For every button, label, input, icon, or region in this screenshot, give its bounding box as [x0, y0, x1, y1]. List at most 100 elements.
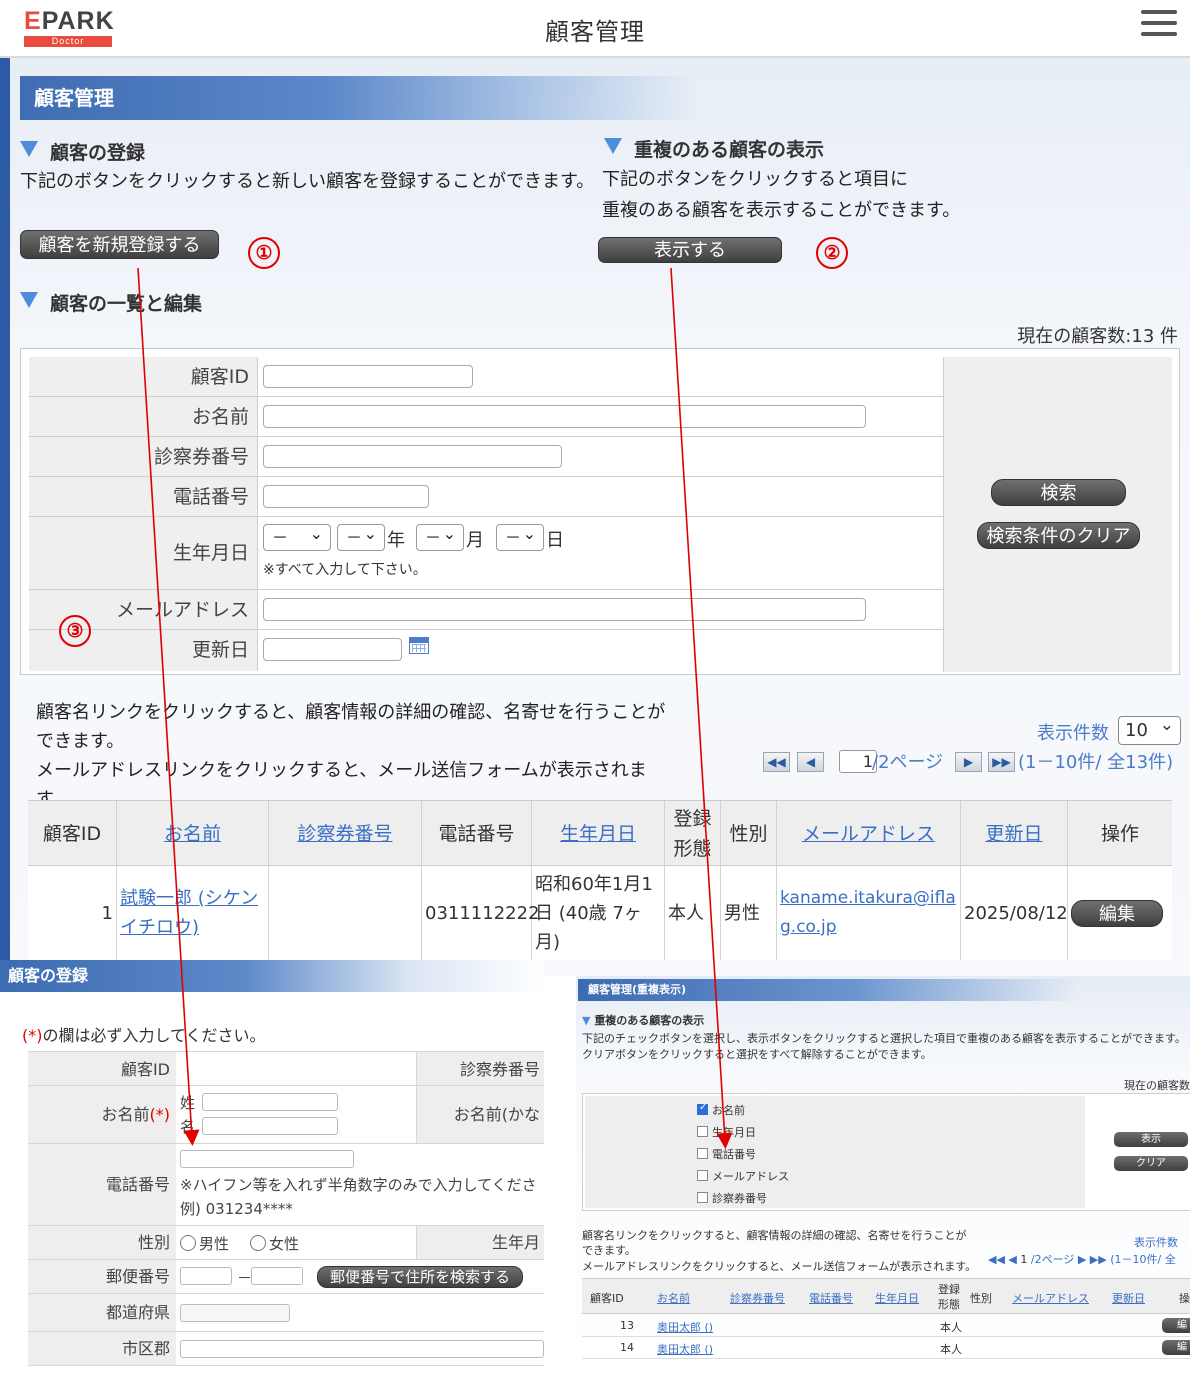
- col-card-sort-link[interactable]: 診察券番号: [269, 801, 422, 867]
- register-new-customer-button[interactable]: 顧客を新規登録する: [20, 230, 219, 259]
- per-page-label: 表示件数: [1037, 723, 1109, 744]
- main-content: 顧客管理 顧客の登録 下記のボタンをクリックすると新しい顧客を登録することができ…: [0, 58, 1190, 977]
- section-banner: 顧客管理: [20, 76, 700, 120]
- check-name[interactable]: [697, 1102, 708, 1115]
- gender-male-radio[interactable]: 男性: [180, 1233, 229, 1254]
- birth-era-select[interactable]: －: [263, 521, 331, 551]
- gender-female-radio[interactable]: 女性: [250, 1233, 299, 1254]
- email-link[interactable]: kaname.itakura@iflag.co.jp: [777, 866, 961, 960]
- check-birth-label: 生年月日: [712, 1126, 756, 1139]
- sei-label: 姓: [180, 1094, 196, 1112]
- dup-pager: ◀◀ ◀ 1 /2ページ ▶ ▶▶ (1－10件/ 全: [988, 1253, 1176, 1266]
- list-description: 顧客名リンクをクリックすると、顧客情報の詳細の確認、名寄せを行うことができます。…: [36, 698, 676, 814]
- duplicate-screen-preview: 顧客管理(重複表示) ▼ 重複のある顧客の表示 下記のチェックボタンを選択し、表…: [544, 976, 1190, 1377]
- check-phone[interactable]: [697, 1148, 708, 1159]
- col-birth-sort-link[interactable]: 生年月日: [532, 801, 665, 867]
- prefecture-select[interactable]: [180, 1304, 290, 1322]
- dup-list-desc-3: メールアドレスリンクをクリックすると、メール送信フォームが表示されます。: [582, 1260, 977, 1273]
- birth-label: 生年月日: [29, 517, 258, 589]
- last-page-icon[interactable]: ▶▶: [988, 752, 1015, 772]
- reg-zip-value: － 郵便番号で住所を検索する: [176, 1260, 544, 1294]
- dup-clear-button[interactable]: クリア: [1114, 1156, 1188, 1171]
- dup-col-updated[interactable]: 更新日: [1112, 1290, 1145, 1306]
- col-id: 顧客ID: [28, 801, 117, 867]
- dup-table-header: 顧客ID お名前 診察券番号 電話番号 生年月日 登録形態 性別 メールアドレス…: [582, 1278, 1190, 1314]
- first-name-input[interactable]: [202, 1117, 338, 1135]
- dup-row-name-link[interactable]: 奥田太郎 (): [657, 1341, 713, 1357]
- calendar-icon[interactable]: [409, 637, 429, 654]
- search-button[interactable]: 検索: [991, 479, 1126, 506]
- city-input[interactable]: [180, 1340, 544, 1358]
- dup-col-card[interactable]: 診察券番号: [730, 1290, 785, 1306]
- zip-search-button[interactable]: 郵便番号で住所を検索する: [317, 1266, 523, 1288]
- reg-gender-label: 性別: [28, 1226, 176, 1260]
- show-duplicates-button[interactable]: 表示する: [598, 237, 782, 263]
- dup-col-birth[interactable]: 生年月日: [875, 1290, 919, 1306]
- card-number-input[interactable]: [263, 445, 562, 468]
- annotation-marker-3: ③: [59, 615, 91, 647]
- annotation-marker-2: ②: [816, 237, 848, 269]
- register-preview-banner: 顧客の登録: [0, 960, 544, 992]
- per-page-select[interactable]: 10: [1118, 712, 1181, 745]
- reg-kana-label: お名前(かな: [416, 1086, 544, 1144]
- dup-edit-button[interactable]: 編: [1162, 1340, 1190, 1355]
- dup-col-phone[interactable]: 電話番号: [809, 1290, 853, 1306]
- dup-row-type: 本人: [940, 1321, 962, 1334]
- dup-col-action: 操: [1179, 1292, 1190, 1305]
- reg-zip-label: 郵便番号: [28, 1260, 176, 1294]
- zip-second-input[interactable]: [251, 1267, 303, 1285]
- customer-id-input[interactable]: [263, 365, 473, 388]
- dup-col-email[interactable]: メールアドレス: [1012, 1290, 1089, 1306]
- dup-heading: ▼ 重複のある顧客の表示: [582, 1014, 705, 1027]
- page-title: 顧客管理: [545, 18, 645, 46]
- updated-date-input[interactable]: [263, 638, 402, 661]
- search-row-birth: 生年月日 － － 年 － 月 － 日 ※すべて入力して下さい。: [29, 517, 943, 590]
- required-note: (*)の欄は必ず入力してください。: [22, 1026, 266, 1045]
- col-phone: 電話番号: [422, 801, 532, 867]
- col-updated-sort-link[interactable]: 更新日: [961, 801, 1068, 867]
- result-range: (1－10件/ 全13件): [1018, 752, 1174, 773]
- table-row: 14 奥田太郎 () 本人 編: [582, 1337, 1190, 1359]
- edit-button[interactable]: 編集: [1071, 899, 1163, 927]
- birth-note: ※すべて入力して下さい。: [263, 562, 427, 578]
- search-row-id: 顧客ID: [29, 357, 943, 397]
- check-email[interactable]: [697, 1170, 708, 1181]
- dup-row-type: 本人: [940, 1343, 962, 1356]
- birth-day-select[interactable]: －: [496, 521, 544, 551]
- phone-input[interactable]: [263, 485, 429, 508]
- reg-phone-input[interactable]: [180, 1150, 354, 1168]
- list-heading: 顧客の一覧と編集: [20, 289, 202, 316]
- check-card[interactable]: [697, 1192, 708, 1203]
- dup-row-name-link[interactable]: 奥田太郎 (): [657, 1319, 713, 1335]
- cell-updated: 2025/08/12: [961, 866, 1068, 960]
- col-name-sort-link[interactable]: お名前: [117, 801, 269, 867]
- zip-first-input[interactable]: [180, 1267, 232, 1285]
- reg-id-value: [176, 1051, 416, 1086]
- customer-name-link[interactable]: 試験一郎 (シケンイチロウ): [117, 866, 269, 960]
- next-page-icon[interactable]: ▶: [955, 752, 982, 772]
- check-birth[interactable]: [697, 1126, 708, 1137]
- col-register-type: 登録形態: [665, 801, 721, 867]
- dup-col-gender: 性別: [970, 1292, 992, 1305]
- prev-page-icon[interactable]: ◀: [797, 752, 824, 772]
- dup-col-type: 登録形態: [938, 1283, 960, 1311]
- dup-col-name[interactable]: お名前: [657, 1290, 690, 1306]
- birth-year-select[interactable]: －: [337, 521, 385, 551]
- dup-show-button[interactable]: 表示: [1114, 1132, 1188, 1147]
- email-input[interactable]: [263, 598, 866, 621]
- month-suffix: 月: [466, 530, 484, 551]
- dup-check-form: お名前 生年月日 電話番号 メールアドレス 診察券番号 表示 クリア: [582, 1093, 1190, 1211]
- search-actions: 検索 検索条件のクリア: [943, 357, 1172, 672]
- clear-search-button[interactable]: 検索条件のクリア: [977, 522, 1140, 549]
- reg-birth-label: 生年月: [416, 1226, 544, 1260]
- col-email-sort-link[interactable]: メールアドレス: [777, 801, 961, 867]
- menu-icon[interactable]: [1141, 10, 1177, 42]
- search-row-phone: 電話番号: [29, 477, 943, 517]
- dup-edit-button[interactable]: 編: [1162, 1318, 1190, 1333]
- last-name-input[interactable]: [202, 1093, 338, 1111]
- dup-col-id: 顧客ID: [590, 1292, 624, 1305]
- table-header: 顧客ID お名前 診察券番号 電話番号 生年月日 登録形態 性別 メールアドレス…: [28, 800, 1172, 867]
- first-page-icon[interactable]: ◀◀: [763, 752, 790, 772]
- name-input[interactable]: [263, 405, 866, 428]
- birth-month-select[interactable]: －: [416, 521, 464, 551]
